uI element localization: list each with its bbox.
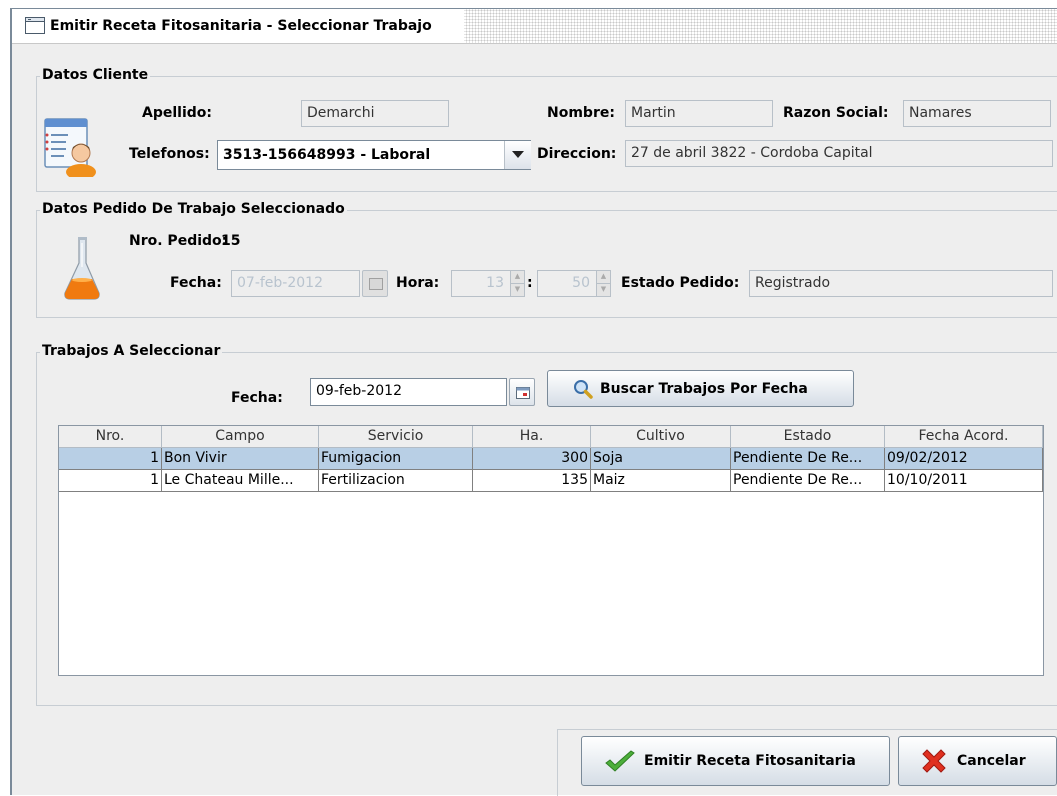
cancelar-label: Cancelar — [957, 753, 1026, 769]
check-icon — [605, 750, 635, 772]
calendar-icon — [369, 278, 383, 290]
emitir-receta-label: Emitir Receta Fitosanitaria — [644, 753, 856, 769]
emitir-receta-button[interactable]: Emitir Receta Fitosanitaria — [581, 736, 890, 786]
apellido-field[interactable]: Demarchi — [301, 100, 449, 127]
nro-pedido-label: Nro. Pedido: — [129, 233, 228, 249]
estado-pedido-field[interactable]: Registrado — [749, 270, 1053, 297]
close-icon — [922, 749, 946, 773]
hora-label: Hora: — [396, 275, 440, 291]
table-cell: 09/02/2012 — [885, 448, 1043, 470]
table-cell: Bon Vivir — [162, 448, 319, 470]
table-cell: Pendiente De Re... — [731, 470, 885, 492]
buscar-trabajos-button[interactable]: Buscar Trabajos Por Fecha — [547, 370, 854, 407]
column-header-estado[interactable]: Estado — [731, 426, 885, 448]
fecha-pedido-label: Fecha: — [170, 275, 222, 291]
nombre-label: Nombre: — [547, 105, 615, 121]
razon-social-field[interactable]: Namares — [903, 100, 1051, 127]
app-window: Emitir Receta Fitosanitaria - Selecciona… — [10, 8, 1057, 796]
datos-pedido-group — [36, 210, 1057, 318]
estado-pedido-label: Estado Pedido: — [621, 275, 740, 291]
telefonos-label: Telefonos: — [129, 146, 210, 162]
razon-social-label: Razon Social: — [783, 105, 889, 121]
fecha-pedido-calendar-button[interactable] — [362, 270, 388, 297]
hora-value: 13 — [486, 275, 504, 291]
search-icon — [574, 380, 593, 399]
minuto-spinner-down[interactable]: ▼ — [596, 283, 611, 297]
minuto-value: 50 — [572, 275, 590, 291]
table-row[interactable]: 1 Le Chateau Mille... Fertilizacion 135 … — [59, 470, 1043, 492]
table-cell: 135 — [473, 470, 591, 492]
fecha-trabajos-field[interactable]: 09-feb-2012 — [310, 378, 507, 406]
chevron-down-icon — [512, 151, 524, 158]
table-cell: Maiz — [591, 470, 731, 492]
fecha-pedido-field[interactable]: 07-feb-2012 — [231, 270, 360, 297]
minuto-spinner-up[interactable]: ▲ — [596, 270, 611, 284]
table-cell: 300 — [473, 448, 591, 470]
table-row[interactable]: 1 Bon Vivir Fumigacion 300 Soja Pendient… — [59, 448, 1043, 470]
telefonos-dropdown-button[interactable] — [504, 141, 531, 169]
table-cell: Fumigacion — [319, 448, 473, 470]
trabajos-legend: Trabajos A Seleccionar — [40, 343, 223, 359]
table-cell: Soja — [591, 448, 731, 470]
fecha-trabajos-calendar-button[interactable] — [509, 378, 535, 406]
column-header-fecha-acord[interactable]: Fecha Acord. — [885, 426, 1043, 448]
fecha-trabajos-label: Fecha: — [231, 390, 283, 406]
apellido-label: Apellido: — [142, 105, 212, 121]
calendar-icon — [516, 387, 530, 399]
hora-colon: : — [527, 275, 533, 291]
datos-cliente-legend: Datos Cliente — [40, 67, 151, 83]
table-cell: 1 — [59, 448, 162, 470]
title-bar[interactable]: Emitir Receta Fitosanitaria - Selecciona… — [12, 9, 1057, 44]
column-header-nro[interactable]: Nro. — [59, 426, 162, 448]
table-cell: 1 — [59, 470, 162, 492]
column-header-ha[interactable]: Ha. — [473, 426, 591, 448]
table-cell: 10/10/2011 — [885, 470, 1043, 492]
direccion-label: Direccion: — [537, 146, 617, 162]
datos-cliente-group — [36, 76, 1057, 192]
nombre-field[interactable]: Martin — [625, 100, 773, 127]
datos-pedido-legend: Datos Pedido De Trabajo Seleccionado — [40, 201, 347, 217]
telefonos-select[interactable]: 3513-156648993 - Laboral — [217, 140, 531, 170]
column-header-cultivo[interactable]: Cultivo — [591, 426, 731, 448]
hora-spinner-down[interactable]: ▼ — [510, 283, 525, 297]
window-title: Emitir Receta Fitosanitaria - Selecciona… — [50, 18, 432, 34]
window-icon — [25, 17, 45, 34]
flask-icon — [64, 237, 100, 300]
table-cell: Fertilizacion — [319, 470, 473, 492]
table-cell: Le Chateau Mille... — [162, 470, 319, 492]
cancelar-button[interactable]: Cancelar — [898, 736, 1057, 786]
nro-pedido-value: 15 — [221, 233, 241, 249]
client-card-icon — [44, 118, 96, 177]
column-header-servicio[interactable]: Servicio — [319, 426, 473, 448]
direccion-field[interactable]: 27 de abril 3822 - Cordoba Capital — [625, 140, 1053, 167]
trabajos-table[interactable]: Nro. Campo Servicio Ha. Cultivo Estado F… — [58, 425, 1044, 676]
column-header-campo[interactable]: Campo — [162, 426, 319, 448]
hora-spinner-up[interactable]: ▲ — [510, 270, 525, 284]
telefono-selected-value: 3513-156648993 - Laboral — [223, 147, 431, 163]
buscar-trabajos-label: Buscar Trabajos Por Fecha — [600, 380, 808, 397]
table-cell: Pendiente De Re... — [731, 448, 885, 470]
